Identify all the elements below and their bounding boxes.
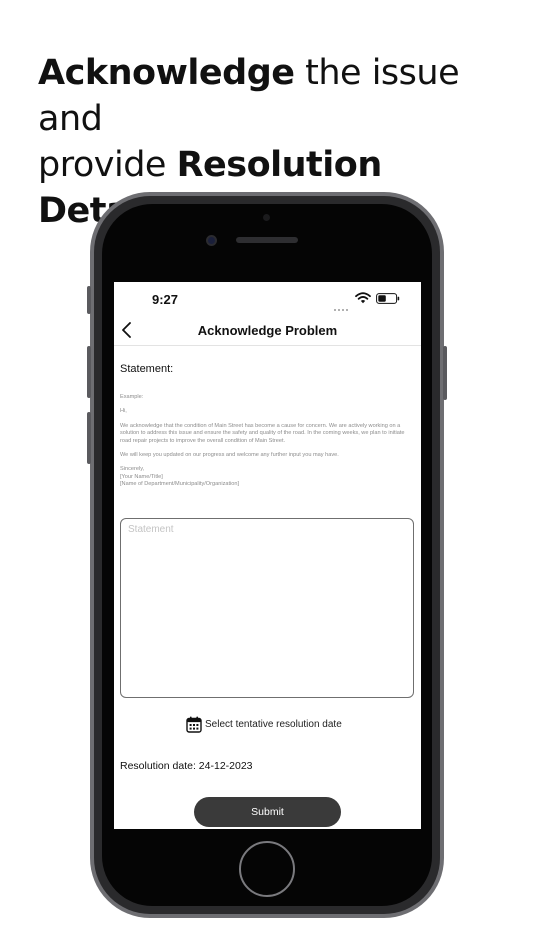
headline-text-2: provide [38,145,177,185]
statement-input[interactable] [120,518,414,698]
example-closing: Sincerely, [120,466,145,473]
phone-power-button [443,346,447,400]
select-date-label: Select tentative resolution date [205,718,342,730]
page-title: Acknowledge Problem [197,323,338,338]
app-screen: 9:27 Acknowledge Problem Statement: Exam… [114,282,421,829]
wifi-icon [355,292,371,304]
headline-line-1: Acknowledge the issue and [38,50,518,142]
example-statement: Example: Hi, We acknowledge that the con… [120,394,416,489]
navigation-bar: Acknowledge Problem [114,316,421,346]
home-button[interactable] [239,841,295,897]
example-heading: Example: [120,394,144,400]
phone-volume-down [87,412,91,464]
example-greeting: Hi, [120,408,127,415]
phone-volume-up [87,346,91,398]
earpiece-speaker [236,237,298,243]
headline-bold-acknowledge: Acknowledge [38,53,295,93]
example-paragraph-1: We acknowledge that the condition of Mai… [120,422,405,444]
front-camera [206,235,217,246]
resolution-date: Resolution date: 24-12-2023 [120,760,253,772]
calendar-icon [186,716,202,733]
select-resolution-date-button[interactable]: Select tentative resolution date [186,714,342,734]
battery-icon [376,293,400,304]
proximity-sensor [263,214,270,221]
example-org-line: [Name of Department/Municipality/Organiz… [120,481,240,488]
cellular-signal-icon [334,298,352,311]
example-name-line: [Your Name/Title] [120,473,163,480]
status-bar: 9:27 [114,282,421,316]
status-time: 9:27 [152,292,179,307]
phone-silent-switch [87,286,91,314]
example-paragraph-2: We will keep you updated on our progress… [120,452,339,459]
statement-label: Statement: [120,363,174,375]
submit-button[interactable]: Submit [194,797,341,827]
